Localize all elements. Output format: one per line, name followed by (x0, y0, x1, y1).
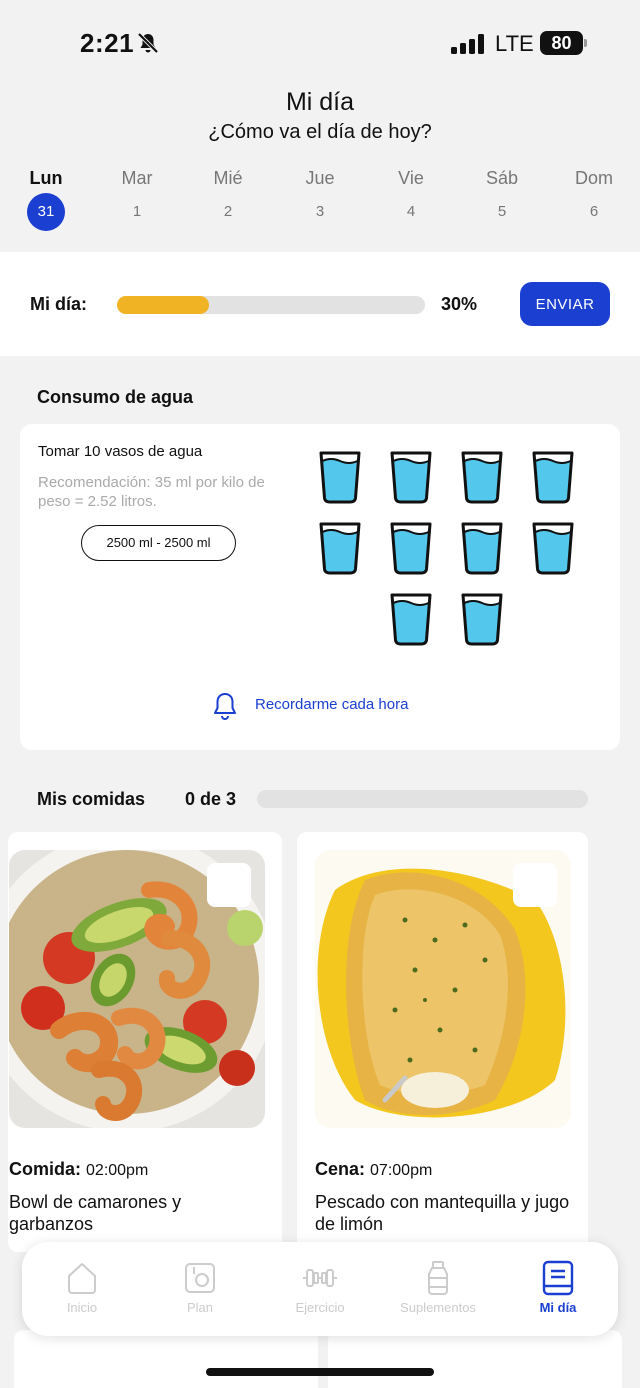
meal-name: Pescado con mantequilla y jugo de limón (315, 1192, 570, 1234)
tab-label: Inicio (66, 1300, 98, 1315)
page-title: Mi día (285, 88, 355, 116)
meal-time: 07:00pm (370, 1162, 433, 1179)
progress-label: Mi día: (30, 294, 87, 314)
water-goal: Tomar 10 vasos de agua (38, 443, 203, 460)
meal-time: 02:00pm (86, 1162, 149, 1179)
day-dom[interactable]: Dom 6 (559, 168, 629, 231)
progress-fill (117, 296, 210, 314)
journal-icon (542, 1260, 574, 1296)
day-name: Vie (398, 168, 424, 188)
meals-counter: 0 de 3 (185, 789, 237, 809)
meal-card-peek (328, 1330, 622, 1388)
day-number: 4 (406, 203, 416, 220)
home-indicator (206, 1368, 434, 1376)
day-sab[interactable]: Sáb 5 (467, 168, 537, 231)
tab-mi-dia[interactable]: Mi día (499, 1260, 617, 1315)
tab-inicio[interactable]: Inicio (23, 1260, 141, 1315)
water-glass-icon[interactable] (318, 450, 362, 504)
tab-label: Suplementos (400, 1300, 476, 1315)
supplement-bottle-icon (428, 1261, 448, 1295)
meal-name: Bowl de camarones y garbanzos (9, 1192, 182, 1234)
day-name: Sáb (485, 168, 519, 188)
tab-label: Ejercicio (295, 1300, 345, 1315)
water-recommendation: Recomendación: 35 ml por kilo de peso = … (38, 474, 265, 510)
water-glass-icon[interactable] (531, 450, 575, 504)
meal-type: Comida: (9, 1159, 81, 1179)
day-number: 31 (27, 193, 65, 231)
home-icon (68, 1263, 96, 1294)
plan-icon (185, 1263, 215, 1293)
meal-type: Cena: (315, 1159, 366, 1179)
progress-bar (117, 296, 425, 314)
day-name: Lun (29, 168, 63, 188)
week-day-selector: Lun 31 Mar 1 Mié 2 Jue 3 Vie 4 Sáb 5 Dom… (0, 168, 640, 232)
water-glass-icon[interactable] (389, 521, 433, 575)
water-glass-icon[interactable] (389, 450, 433, 504)
tab-ejercicio[interactable]: Ejercicio (261, 1260, 379, 1315)
meals-progress-bar (257, 790, 588, 808)
meal-card-peek (14, 1330, 318, 1388)
meal-type-line: Cena: 07:00pm (315, 1159, 432, 1180)
water-glass-icon[interactable] (318, 521, 362, 575)
bell-icon (214, 693, 236, 720)
day-name: Dom (574, 168, 613, 188)
day-lun[interactable]: Lun 31 (11, 168, 81, 231)
battery-level: 80 (540, 31, 583, 55)
water-glass-icon[interactable] (460, 450, 504, 504)
page-subtitle: ¿Cómo va el día de hoy? (208, 121, 432, 143)
meal-checkbox[interactable] (513, 863, 557, 907)
network-type: LTE (495, 31, 534, 56)
water-glass-icon[interactable] (460, 592, 504, 646)
day-number: 3 (315, 203, 325, 220)
day-jue[interactable]: Jue 3 (285, 168, 355, 231)
progress-percent: 30% (441, 294, 478, 314)
tab-suplementos[interactable]: Suplementos (379, 1260, 497, 1315)
day-name: Jue (305, 168, 335, 188)
day-mar[interactable]: Mar 1 (102, 168, 172, 231)
water-glass-icon[interactable] (460, 521, 504, 575)
bell-off-icon (137, 32, 159, 54)
day-number: 6 (589, 203, 599, 220)
tab-plan[interactable]: Plan (141, 1260, 259, 1315)
day-number: 2 (223, 203, 233, 220)
day-vie[interactable]: Vie 4 (376, 168, 446, 231)
day-name: Mar (121, 168, 153, 188)
reminder-label: Recordarme cada hora (255, 696, 409, 713)
bottom-tab-bar: Inicio Plan Ejercicio Suplementos Mi día (22, 1242, 618, 1336)
status-time: 2:21 (80, 28, 135, 58)
status-bar: 2:21 LTE 80 (0, 0, 640, 80)
tab-label: Plan (186, 1300, 214, 1315)
dumbbell-icon (303, 1269, 337, 1287)
signal-icon (451, 34, 484, 54)
tab-label: Mi día (539, 1300, 577, 1315)
day-mie[interactable]: Mié 2 (193, 168, 263, 231)
send-button[interactable]: ENVIAR (520, 282, 610, 326)
day-name: Mié (213, 168, 243, 188)
water-card: Tomar 10 vasos de agua Recomendación: 35… (20, 424, 620, 750)
meal-type-line: Comida: 02:00pm (9, 1159, 148, 1180)
meal-checkbox[interactable] (207, 863, 251, 907)
hourly-reminder-button[interactable]: Recordarme cada hora (210, 691, 450, 721)
meals-section-title: Mis comidas (37, 789, 146, 809)
meal-card-comida[interactable]: Comida: 02:00pm Bowl de camarones y garb… (8, 832, 282, 1252)
day-number: 1 (132, 203, 142, 220)
meal-card-cena[interactable]: Cena: 07:00pm Pescado con mantequilla y … (297, 832, 588, 1252)
day-progress-panel: Mi día: 30% ENVIAR (0, 252, 640, 356)
battery-icon: 80 (540, 31, 588, 55)
day-number: 5 (497, 203, 507, 220)
water-range-pill[interactable]: 2500 ml - 2500 ml (81, 525, 236, 561)
water-glass-icon[interactable] (389, 592, 433, 646)
water-glass-icon[interactable] (531, 521, 575, 575)
page-header: Mi día ¿Cómo va el día de hoy? (0, 88, 640, 144)
water-section-title: Consumo de agua (37, 387, 194, 407)
